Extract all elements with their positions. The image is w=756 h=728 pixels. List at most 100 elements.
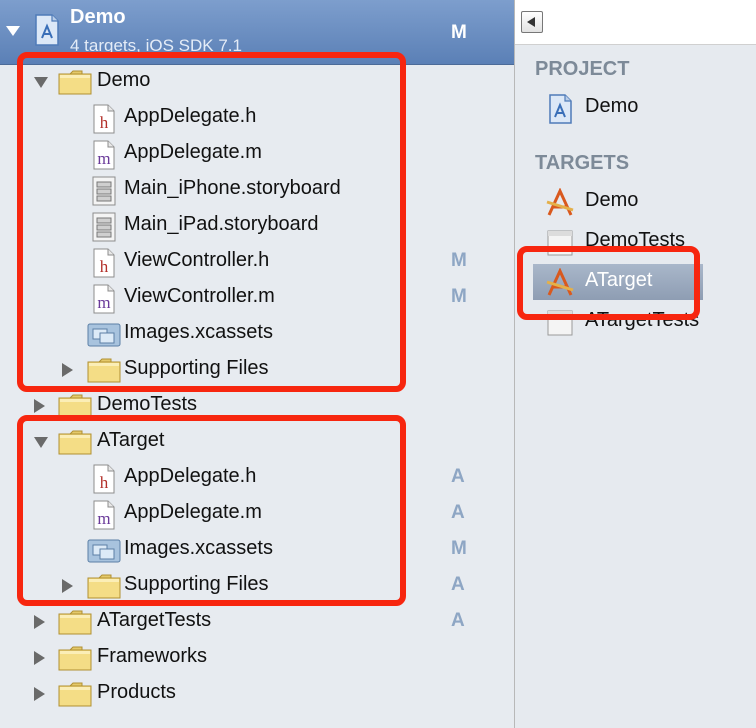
navigator-file-row[interactable]: Images.xcassets M: [0, 532, 514, 568]
navigator-row-label: ViewController.m: [124, 285, 275, 307]
source-control-badge: M: [451, 538, 467, 559]
navigator-row-label: Products: [97, 681, 176, 703]
folder-icon: [87, 572, 121, 600]
svg-text:m: m: [97, 293, 110, 312]
asset-catalog-icon: [87, 320, 121, 348]
navigator-row-label: Images.xcassets: [124, 321, 273, 343]
folder-icon: [58, 392, 92, 420]
target-label: ATarget: [585, 269, 653, 291]
folder-icon: [58, 608, 92, 636]
svg-text:m: m: [97, 149, 110, 168]
implementation-file-icon: m: [91, 284, 119, 314]
navigator-group-row[interactable]: ATargetTests A: [0, 604, 514, 640]
svg-text:m: m: [97, 509, 110, 528]
navigator-row-label: Images.xcassets: [124, 537, 273, 559]
target-list-item[interactable]: ATarget: [515, 264, 756, 300]
disclosure-triangle-collapsed-icon[interactable]: [34, 651, 45, 665]
source-control-badge: M: [451, 250, 467, 271]
test-bundle-icon: [545, 308, 575, 338]
folder-icon: [58, 68, 92, 96]
navigator-row-label: Frameworks: [97, 645, 208, 667]
targets-list: PROJECT Demo TARGETS Demo DemoTests ATarge…: [515, 45, 756, 728]
source-control-badge: A: [451, 574, 465, 595]
storyboard-file-icon: [91, 176, 119, 206]
navigator-group-row[interactable]: DemoTests: [0, 388, 514, 424]
disclosure-triangle-collapsed-icon[interactable]: [34, 399, 45, 413]
disclosure-triangle-collapsed-icon[interactable]: [34, 615, 45, 629]
navigator-group-row[interactable]: Supporting Files: [0, 352, 514, 388]
implementation-file-icon: m: [91, 140, 119, 170]
header-file-icon: h: [91, 104, 119, 134]
project-list-item[interactable]: Demo: [515, 90, 756, 126]
xcode-project-icon: [545, 94, 575, 124]
navigator-file-row[interactable]: Main_iPhone.storyboard: [0, 172, 514, 208]
svg-text:h: h: [100, 113, 109, 132]
project-item-label: Demo: [585, 95, 639, 117]
navigator-file-row[interactable]: h ViewController.h M: [0, 244, 514, 280]
source-control-badge: M: [451, 22, 467, 43]
navigator-row-label: Supporting Files: [124, 573, 269, 595]
hide-sidebar-button[interactable]: [521, 11, 543, 33]
asset-catalog-icon: [87, 536, 121, 564]
source-control-badge: M: [451, 286, 467, 307]
source-control-badge: A: [451, 466, 465, 487]
navigator-row-label: ATarget: [97, 429, 165, 451]
navigator-file-row[interactable]: h AppDelegate.h: [0, 100, 514, 136]
target-list-item[interactable]: ATargetTests: [515, 304, 756, 340]
target-list-item[interactable]: DemoTests: [515, 224, 756, 260]
header-file-icon: h: [91, 248, 119, 278]
targets-section-header: TARGETS: [535, 152, 630, 174]
target-list-item[interactable]: Demo: [515, 184, 756, 220]
header-file-icon: h: [91, 464, 119, 494]
navigator-row-label: Main_iPhone.storyboard: [124, 177, 341, 199]
project-root-row[interactable]: Demo 4 targets, iOS SDK 7.1 M: [0, 0, 514, 65]
navigator-row-label: AppDelegate.m: [124, 501, 262, 523]
folder-icon: [58, 680, 92, 708]
navigator-file-row[interactable]: Main_iPad.storyboard: [0, 208, 514, 244]
disclosure-triangle-expanded-icon[interactable]: [6, 26, 20, 36]
disclosure-triangle-expanded-icon[interactable]: [34, 437, 48, 448]
navigator-group-row[interactable]: Supporting Files A: [0, 568, 514, 604]
navigator-row-label: Supporting Files: [124, 357, 269, 379]
navigator-group-row[interactable]: Demo: [0, 64, 514, 100]
navigator-file-row[interactable]: h AppDelegate.h A: [0, 460, 514, 496]
app-target-icon: [545, 187, 575, 218]
navigator-row-label: Main_iPad.storyboard: [124, 213, 319, 235]
navigator-file-row[interactable]: Images.xcassets: [0, 316, 514, 352]
app-target-icon: [545, 267, 575, 298]
navigator-row-label: AppDelegate.h: [124, 105, 257, 127]
navigator-group-row[interactable]: ATarget: [0, 424, 514, 460]
disclosure-triangle-collapsed-icon[interactable]: [62, 363, 73, 377]
folder-icon: [58, 644, 92, 672]
svg-text:h: h: [100, 257, 109, 276]
navigator-group-row[interactable]: Frameworks: [0, 640, 514, 676]
disclosure-triangle-expanded-icon[interactable]: [34, 77, 48, 88]
project-navigator: Demo 4 targets, iOS SDK 7.1 M Demo h AppDe…: [0, 0, 514, 728]
folder-icon: [58, 428, 92, 456]
project-subtitle: 4 targets, iOS SDK 7.1: [70, 36, 242, 55]
folder-icon: [87, 356, 121, 384]
target-label: DemoTests: [585, 229, 686, 251]
navigator-file-row[interactable]: m AppDelegate.m: [0, 136, 514, 172]
svg-text:h: h: [100, 473, 109, 492]
navigator-row-label: ViewController.h: [124, 249, 270, 271]
navigator-file-row[interactable]: m AppDelegate.m A: [0, 496, 514, 532]
navigator-group-row[interactable]: Products: [0, 676, 514, 712]
navigator-row-label: AppDelegate.h: [124, 465, 257, 487]
arrow-left-icon: [527, 17, 535, 27]
project-name: Demo: [70, 6, 126, 28]
source-control-badge: A: [451, 610, 465, 631]
test-bundle-icon: [545, 228, 575, 258]
navigator-row-label: Demo: [97, 69, 151, 91]
project-editor-sidebar: PROJECT Demo TARGETS Demo DemoTests ATarge…: [515, 0, 756, 728]
navigator-row-label: DemoTests: [97, 393, 198, 415]
navigator-file-row[interactable]: m ViewController.m M: [0, 280, 514, 316]
xcode-project-icon: [34, 14, 60, 51]
target-label: ATargetTests: [585, 309, 700, 331]
disclosure-triangle-collapsed-icon[interactable]: [34, 687, 45, 701]
storyboard-file-icon: [91, 212, 119, 242]
navigator-row-label: AppDelegate.m: [124, 141, 262, 163]
disclosure-triangle-collapsed-icon[interactable]: [62, 579, 73, 593]
implementation-file-icon: m: [91, 500, 119, 530]
navigator-row-label: ATargetTests: [97, 609, 212, 631]
